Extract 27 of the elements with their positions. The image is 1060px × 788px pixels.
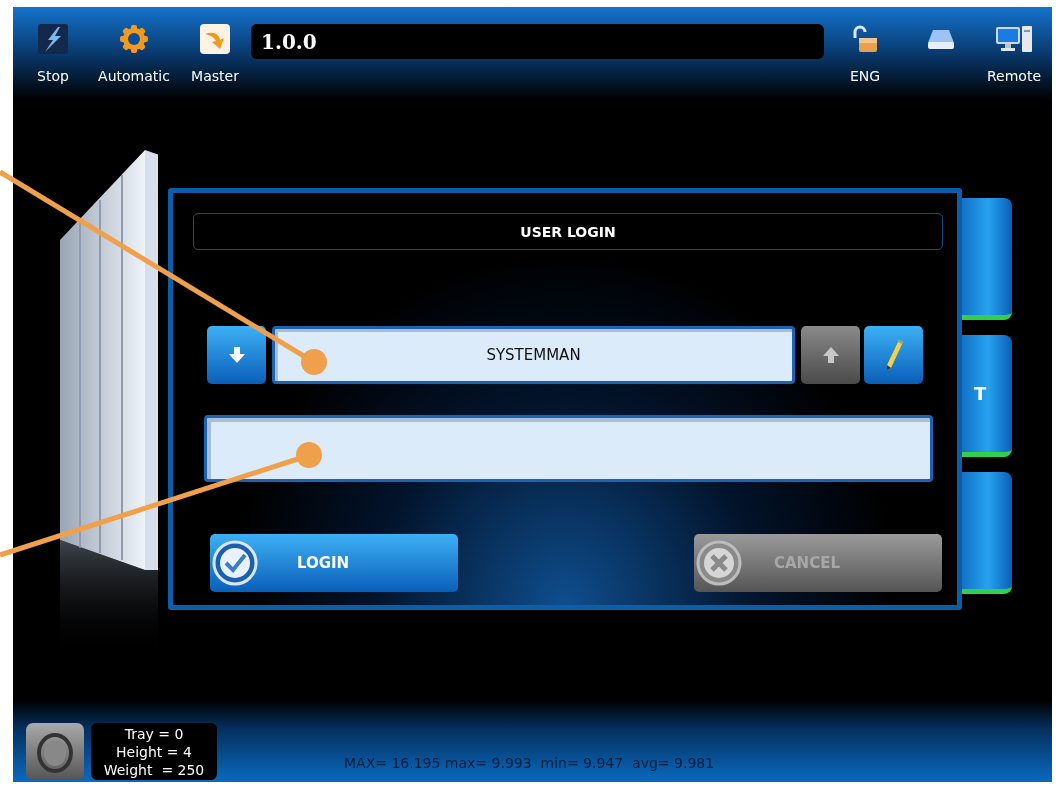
cross-icon (696, 540, 742, 586)
login-button[interactable]: LOGIN (210, 534, 458, 592)
ring-icon (36, 730, 74, 773)
toolbar-label[interactable]: Master (191, 68, 239, 84)
info-line: Weight = 250 (103, 760, 205, 779)
drive-icon (927, 28, 955, 50)
toolbar-label[interactable]: Remote (987, 68, 1041, 84)
stats-text: MAX= 16.195 max= 9.993 min= 9.947 avg= 9.981 (344, 755, 715, 771)
knob-button[interactable] (26, 723, 84, 780)
info-line: Tray = 0 (124, 724, 184, 743)
toolbar-label[interactable]: Automatic (98, 68, 170, 84)
edit-button[interactable] (864, 326, 923, 384)
username-field[interactable]: SYSTEMMAN (272, 326, 795, 384)
lightning-icon (38, 24, 68, 54)
version-field: 1.0.0 (251, 24, 824, 59)
dialog-title: USER LOGIN (193, 213, 943, 250)
computer-icon (995, 24, 1033, 54)
up-arrow-icon (820, 345, 841, 365)
info-line: Height = 4 (116, 742, 192, 761)
toolbar-label[interactable]: ENG (849, 68, 881, 84)
checkmark-icon (212, 540, 258, 586)
down-arrow-icon (226, 345, 247, 365)
padlock-icon (851, 24, 879, 54)
next-user-button[interactable] (207, 326, 266, 384)
password-field[interactable] (204, 415, 933, 482)
gear-icon (119, 24, 149, 54)
toolbar-label[interactable]: Stop (37, 68, 69, 84)
